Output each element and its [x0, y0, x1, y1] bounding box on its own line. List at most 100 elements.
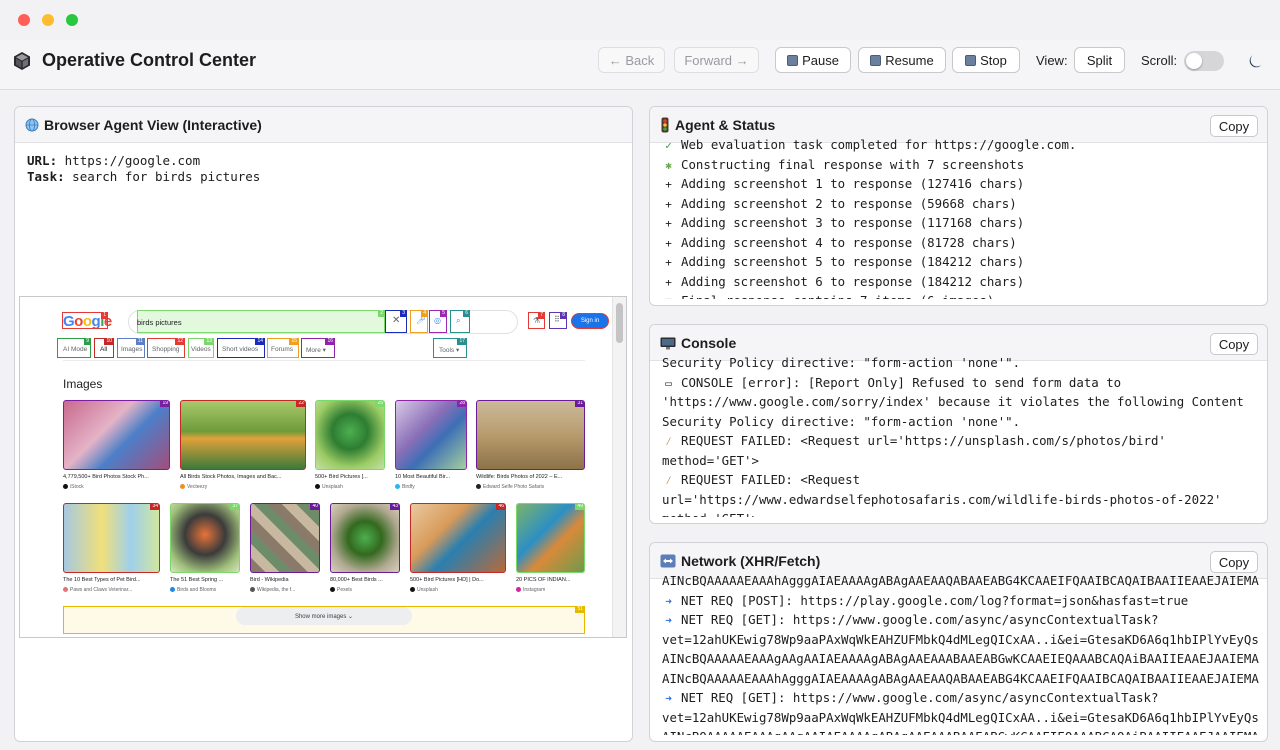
image-result[interactable]: 40 — [250, 503, 320, 573]
image-caption: Bird - Wikipedia — [250, 577, 289, 583]
broom-icon: ⁄ — [665, 474, 672, 487]
log-line-text: url='https://www.edwardselfephotosafaris… — [662, 491, 1222, 507]
tab-videos[interactable]: Videos 13 — [188, 338, 214, 358]
image-result[interactable]: 46 — [410, 503, 506, 573]
log-line-text: CONSOLE [error]: [Report Only] Refused t… — [681, 374, 1122, 390]
url-label: URL: — [27, 153, 58, 168]
lens-search-icon[interactable]: ◎ 5 — [429, 310, 447, 333]
log-line: ⁄ REQUEST FAILED: <Request — [662, 470, 1259, 490]
log-line-text: Adding screenshot 3 to response (117168 … — [681, 215, 1025, 230]
plus-icon: + — [665, 178, 672, 191]
log-line: Security Policy directive: "form-action … — [662, 353, 1259, 373]
tab-all[interactable]: All 10 — [94, 338, 114, 358]
view-label: View: — [1036, 53, 1068, 68]
agent-copy-button[interactable]: Copy — [1210, 115, 1258, 137]
app-header: Operative Control Center ← Back Forward … — [0, 40, 1280, 90]
log-line-text: method='GET'> — [662, 511, 759, 517]
search-query-text: birds pictures — [137, 318, 182, 327]
task-info: URL: https://google.com Task: search for… — [27, 153, 260, 185]
tab-label: Shopping — [152, 346, 180, 353]
image-result[interactable]: 43 — [330, 503, 400, 573]
log-line-text: 'https://www.google.com/sorry/index' bec… — [662, 394, 1244, 409]
monitor-icon: ▭ — [665, 376, 672, 390]
log-line: ⁄ REQUEST FAILED: <Request url='https://u… — [662, 431, 1259, 451]
image-result[interactable]: 19 — [63, 400, 170, 470]
screenshot-scrollbar[interactable] — [612, 297, 626, 637]
log-line: 'https://www.google.com/sorry/index' bec… — [662, 392, 1259, 412]
image-result[interactable]: 22 — [180, 400, 306, 470]
scrollbar-thumb[interactable] — [616, 303, 623, 343]
tab-ai-mode[interactable]: AI Mode 9 — [57, 338, 91, 358]
image-source-label: Pexels — [337, 587, 353, 593]
show-more-images-button[interactable]: Show more images ⌄ — [236, 607, 412, 625]
log-line: ✱ Constructing final response with 7 scre… — [662, 155, 1259, 175]
network-log: AINcBQAAAAAEAAAhAgggAIAEAAAAgABAgAAEAAQA… — [662, 571, 1259, 735]
tab-more[interactable]: More ▾ 16 — [301, 338, 335, 358]
arrow-right-icon: ➜ — [665, 692, 672, 705]
maximize-window-button[interactable] — [66, 14, 78, 26]
log-line: AINcBQAAAAAEAAAhAgggAIAEAAAAgABAgAAEAAQA… — [662, 571, 1259, 591]
resume-button-label: Resume — [885, 52, 934, 68]
network-copy-button[interactable]: Copy — [1210, 551, 1258, 573]
image-result[interactable]: 28 — [395, 400, 467, 470]
pause-button[interactable]: Pause — [775, 47, 851, 73]
log-line: Security Policy directive: "form-action … — [662, 412, 1259, 432]
forward-button[interactable]: Forward → — [674, 47, 759, 73]
scroll-toggle[interactable] — [1184, 51, 1224, 71]
close-window-button[interactable] — [18, 14, 30, 26]
stop-icon — [965, 54, 977, 66]
pause-button-label: Pause — [802, 52, 839, 68]
image-source-label: Unsplash — [322, 484, 343, 490]
stop-button[interactable]: Stop — [952, 47, 1020, 73]
tools-button[interactable]: Tools ▾ 17 — [433, 338, 467, 358]
image-source: Paws and Claws Veterinar... — [63, 587, 132, 593]
browser-screenshot[interactable]: Google 1 2 birds pictures ✕ 3 🎤︎ 4 ◎ 5 ⌕ 6 ⚗… — [19, 296, 627, 638]
minimize-window-button[interactable] — [42, 14, 54, 26]
image-caption: 20 PICS OF INDIAN... — [516, 577, 571, 583]
back-button[interactable]: ← Back — [598, 47, 665, 73]
tab-images[interactable]: Images 11 — [117, 338, 145, 358]
image-result[interactable]: 34 — [63, 503, 160, 573]
view-select[interactable]: Split — [1074, 47, 1125, 73]
scroll-label: Scroll: — [1141, 53, 1178, 68]
apps-grid-icon[interactable]: ⠿ 8 — [549, 312, 567, 329]
plus-icon: + — [665, 275, 672, 289]
tab-label: Videos — [191, 346, 211, 353]
log-line-text: Constructing final response with 7 scree… — [681, 156, 1025, 172]
console-panel: Console Copy Security Policy directive: … — [649, 324, 1268, 524]
sign-in-button[interactable]: Sign in — [571, 313, 609, 329]
image-caption: 4,779,500+ Bird Photos Stock Ph... — [63, 474, 149, 480]
stop-button-label: Stop — [980, 52, 1007, 68]
labs-icon[interactable]: ⚗ 7 — [528, 312, 545, 329]
search-submit-icon[interactable]: ⌕ 6 — [450, 310, 470, 333]
plus-icon: + — [665, 236, 672, 250]
image-caption: 500+ Bird Pictures [HD] | Do... — [410, 577, 484, 583]
image-result[interactable]: 49 — [516, 503, 585, 573]
image-caption: 10 Most Beautiful Bir... — [395, 474, 451, 480]
voice-search-icon[interactable]: 🎤︎ 4 — [410, 310, 428, 333]
image-result[interactable]: 37 — [170, 503, 240, 573]
clear-search-icon[interactable]: ✕ 3 — [385, 310, 407, 333]
plus-icon: + — [665, 217, 672, 230]
image-source: Birds and Blooms — [170, 587, 216, 593]
tab-forums[interactable]: Forums 15 — [267, 338, 299, 358]
log-line-text: Adding screenshot 6 to response (184212 … — [681, 273, 1025, 289]
log-line-text: Security Policy directive: "form-action … — [662, 413, 1021, 429]
image-result[interactable]: 25 — [315, 400, 385, 470]
log-line: url='https://www.edwardselfephotosafaris… — [662, 490, 1259, 510]
task-label: Task: — [27, 169, 65, 184]
resume-button[interactable]: Resume — [858, 47, 946, 73]
tab-short-videos[interactable]: Short videos 14 — [217, 338, 265, 358]
image-source-label: Birdfy — [402, 484, 415, 490]
tab-shopping[interactable]: Shopping 12 — [147, 338, 185, 358]
package-icon: ■ — [662, 292, 675, 299]
image-result[interactable]: 31 — [476, 400, 585, 470]
moon-icon[interactable] — [1247, 52, 1265, 70]
plus-icon: + — [665, 256, 672, 269]
image-source-label: Edward Selfe Photo Safaris — [483, 484, 545, 490]
image-source: iStock — [63, 484, 84, 490]
log-line-text: Adding screenshot 5 to response (184212 … — [681, 254, 1025, 269]
console-copy-button[interactable]: Copy — [1210, 333, 1258, 355]
window-titlebar — [0, 0, 1280, 40]
task-value: search for birds pictures — [72, 169, 261, 184]
